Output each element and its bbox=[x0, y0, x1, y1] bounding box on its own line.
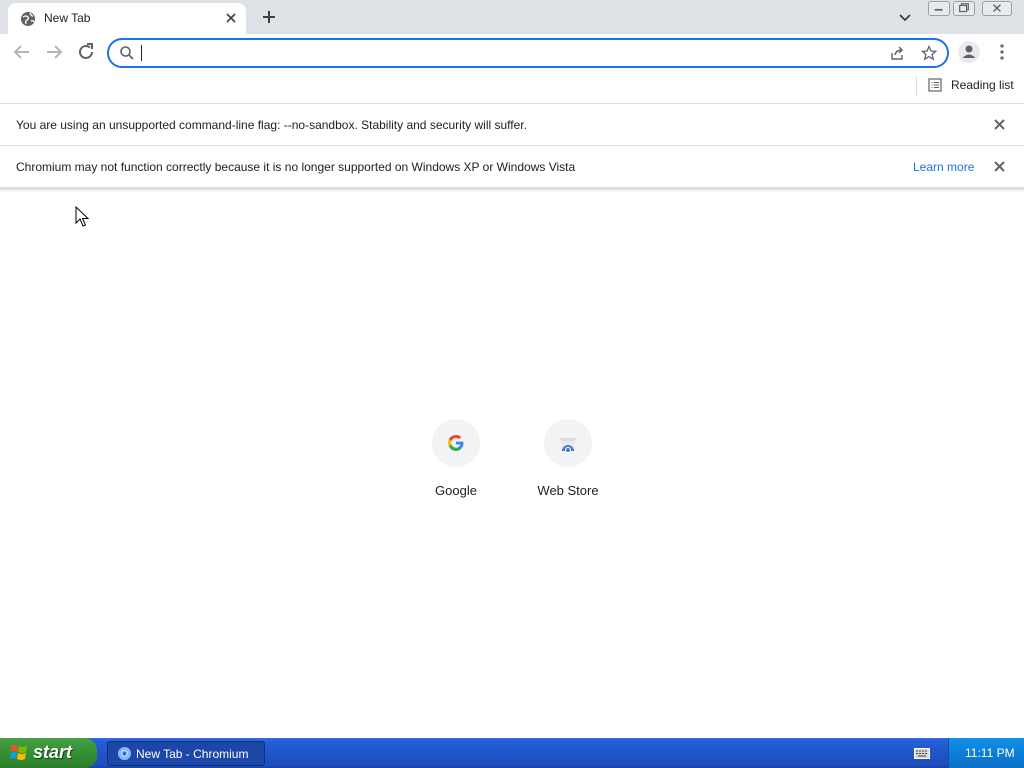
taskbar-item-label: New Tab - Chromium bbox=[136, 747, 249, 761]
infobar-shadow bbox=[0, 188, 1024, 192]
search-icon bbox=[120, 46, 134, 60]
address-input[interactable] bbox=[141, 44, 845, 64]
web-store-icon bbox=[560, 438, 576, 453]
reading-list-icon bbox=[928, 78, 942, 92]
shortcut-web-store[interactable]: Web Store bbox=[512, 419, 624, 509]
restore-button[interactable] bbox=[953, 1, 975, 16]
profile-button[interactable] bbox=[958, 41, 980, 63]
keyboard-icon[interactable] bbox=[914, 748, 930, 759]
close-icon[interactable] bbox=[222, 9, 240, 27]
shortcut-icon-circle bbox=[544, 419, 592, 467]
divider bbox=[916, 76, 917, 96]
globe-icon bbox=[21, 12, 35, 26]
shortcut-icon-circle bbox=[432, 419, 480, 467]
more-vert-icon[interactable] bbox=[992, 42, 1012, 62]
mouse-cursor-icon bbox=[75, 206, 89, 227]
chevron-down-icon[interactable] bbox=[896, 8, 914, 26]
tab-title: New Tab bbox=[44, 11, 91, 25]
shortcut-label: Web Store bbox=[537, 483, 599, 498]
omnibox[interactable] bbox=[107, 38, 949, 68]
arrow-right-icon[interactable] bbox=[42, 40, 66, 64]
minimize-button[interactable] bbox=[928, 1, 950, 16]
chromium-icon bbox=[117, 746, 132, 761]
reload-icon[interactable] bbox=[74, 40, 98, 64]
window-close-button[interactable] bbox=[982, 1, 1012, 16]
close-icon[interactable] bbox=[991, 158, 1008, 175]
google-icon bbox=[448, 435, 464, 451]
reading-list-label: Reading list bbox=[951, 78, 1014, 92]
bookmarks-bar bbox=[0, 72, 1024, 104]
close-icon[interactable] bbox=[991, 116, 1008, 133]
shortcut-label: Google bbox=[435, 483, 477, 498]
minimize-icon bbox=[934, 8, 943, 11]
tab-new-tab[interactable]: New Tab bbox=[8, 3, 246, 34]
infobar-message: You are using an unsupported command-lin… bbox=[16, 118, 527, 132]
windows-logo-icon bbox=[10, 745, 27, 760]
shortcut-google[interactable]: Google bbox=[400, 419, 512, 509]
clock: 11:11 PM bbox=[965, 746, 1015, 760]
restore-icon bbox=[959, 3, 969, 13]
share-icon[interactable] bbox=[889, 45, 905, 61]
plus-icon[interactable] bbox=[259, 7, 279, 27]
arrow-left-icon[interactable] bbox=[10, 40, 34, 64]
learn-more-link[interactable]: Learn more bbox=[913, 160, 974, 174]
infobar-unsupported-os: Chromium may not function correctly beca… bbox=[0, 146, 1024, 188]
text-caret bbox=[141, 45, 142, 61]
close-icon bbox=[993, 4, 1001, 13]
infobar-sandbox-warning: You are using an unsupported command-lin… bbox=[0, 104, 1024, 146]
person-icon bbox=[962, 45, 976, 58]
star-icon[interactable] bbox=[921, 45, 937, 61]
infobar-message: Chromium may not function correctly beca… bbox=[16, 160, 576, 174]
start-label: start bbox=[33, 742, 73, 762]
